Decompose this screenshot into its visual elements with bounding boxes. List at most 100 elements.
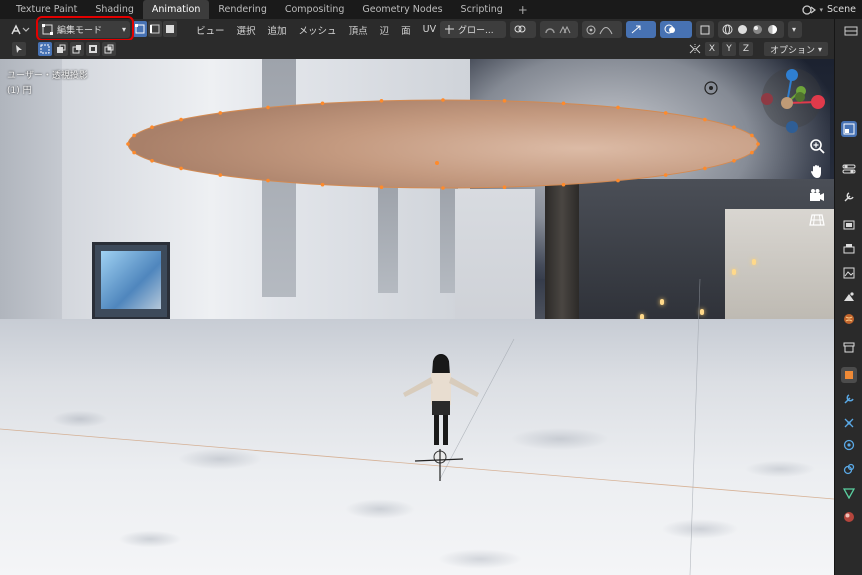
editor-type-button[interactable] xyxy=(8,21,32,38)
select-new-icon[interactable] xyxy=(38,42,52,56)
scene-selector[interactable]: ▾ Scene xyxy=(801,0,862,19)
mesh-vertex[interactable] xyxy=(218,111,223,115)
mesh-vertex[interactable] xyxy=(502,99,507,103)
constraint-properties-icon[interactable] xyxy=(841,461,857,477)
select-extend-icon[interactable] xyxy=(54,42,68,56)
select-intersect-icon[interactable] xyxy=(102,42,116,56)
menu-vertex[interactable]: 頂点 xyxy=(343,23,374,37)
tab-animation[interactable]: Animation xyxy=(142,0,210,19)
gizmo-neg-y-handle[interactable] xyxy=(795,92,805,102)
tab-geometry-nodes[interactable]: Geometry Nodes xyxy=(353,0,451,19)
select-subtract-icon[interactable] xyxy=(70,42,84,56)
mesh-vertex[interactable] xyxy=(320,182,325,187)
mesh-vertex[interactable] xyxy=(616,105,620,110)
mirror-y-toggle[interactable]: Y xyxy=(721,42,736,56)
solid-icon[interactable] xyxy=(737,24,748,35)
perspective-toggle-button[interactable] xyxy=(806,209,828,231)
particle-properties-icon[interactable] xyxy=(841,415,857,431)
mesh-vertex[interactable] xyxy=(266,178,270,183)
mirror-z-toggle[interactable]: Z xyxy=(738,42,753,56)
face-select-icon[interactable] xyxy=(163,21,177,37)
shading-modes[interactable] xyxy=(718,21,784,38)
tab-scripting[interactable]: Scripting xyxy=(452,0,512,19)
mesh-vertex[interactable] xyxy=(132,133,136,138)
mesh-vertex[interactable] xyxy=(663,173,668,177)
mesh-vertex[interactable] xyxy=(218,173,223,177)
mesh-vertex[interactable] xyxy=(561,101,566,106)
mesh-vertex[interactable] xyxy=(663,111,668,115)
mesh-vertex[interactable] xyxy=(750,150,754,155)
overlay-toggle[interactable] xyxy=(660,21,692,38)
physics-properties-icon[interactable] xyxy=(841,437,857,453)
render-properties-icon[interactable] xyxy=(841,217,857,233)
character-model[interactable] xyxy=(395,349,485,489)
menu-uv[interactable]: UV xyxy=(417,24,442,35)
tool-settings-icon[interactable] xyxy=(841,161,857,177)
object-properties-icon[interactable] xyxy=(841,367,857,383)
mesh-vertex[interactable] xyxy=(616,178,620,183)
gizmo-neg-x-handle[interactable] xyxy=(761,93,773,105)
mesh-vertex[interactable] xyxy=(441,98,445,102)
mesh-vertex[interactable] xyxy=(441,186,445,190)
wrench-tool-icon[interactable] xyxy=(841,189,857,205)
mesh-vertex[interactable] xyxy=(732,125,736,129)
menu-view[interactable]: ビュー xyxy=(190,23,231,37)
sidebar-view-icon[interactable] xyxy=(841,121,857,137)
material-properties-icon[interactable] xyxy=(841,509,857,525)
mesh-vertex[interactable] xyxy=(132,150,136,155)
transform-orientation-dropdown[interactable]: グロー... xyxy=(440,21,506,38)
tab-shading[interactable]: Shading xyxy=(86,0,143,19)
menu-add[interactable]: 追加 xyxy=(262,23,293,37)
mesh-vertex[interactable] xyxy=(703,117,707,122)
tool-select-icon[interactable] xyxy=(12,42,26,56)
shading-options[interactable]: ▾ xyxy=(788,21,802,38)
mesh-vertex[interactable] xyxy=(732,159,736,163)
mesh-vertex[interactable] xyxy=(150,125,154,129)
mesh-vertex[interactable] xyxy=(179,117,183,122)
pan-button[interactable] xyxy=(806,160,828,182)
circle-mesh[interactable] xyxy=(0,59,834,575)
menu-face[interactable]: 面 xyxy=(395,23,417,37)
mesh-vertex[interactable] xyxy=(266,105,270,110)
mesh-vertex[interactable] xyxy=(703,166,707,171)
tab-compositing[interactable]: Compositing xyxy=(276,0,354,19)
camera-view-button[interactable] xyxy=(806,185,828,207)
xray-toggle[interactable] xyxy=(696,21,714,38)
tool-properties-icon[interactable] xyxy=(843,23,859,39)
gizmo-neg-z-handle[interactable] xyxy=(786,121,798,133)
data-properties-icon[interactable] xyxy=(841,485,857,501)
mode-dropdown[interactable]: 編集モード ▾ xyxy=(38,21,130,38)
mesh-vertex[interactable] xyxy=(320,101,325,106)
output-properties-icon[interactable] xyxy=(841,241,857,257)
modifier-properties-icon[interactable] xyxy=(841,391,857,407)
mesh-vertex[interactable] xyxy=(561,182,566,187)
gizmo-x-handle[interactable] xyxy=(811,95,825,109)
zoom-button[interactable] xyxy=(806,135,828,157)
proportional-edit-toggle[interactable] xyxy=(582,21,622,38)
collection-properties-icon[interactable] xyxy=(841,339,857,355)
mesh-vertex[interactable] xyxy=(150,159,154,163)
add-workspace-button[interactable]: + xyxy=(512,3,534,17)
gizmo-toggle[interactable] xyxy=(626,21,656,38)
mesh-vertex[interactable] xyxy=(756,142,760,146)
menu-select[interactable]: 選択 xyxy=(231,23,262,37)
navigation-gizmo[interactable] xyxy=(755,61,830,136)
wireframe-icon[interactable] xyxy=(722,24,733,35)
edge-select-icon[interactable] xyxy=(148,21,162,37)
menu-edge[interactable]: 辺 xyxy=(374,23,396,37)
gizmo-z-handle[interactable] xyxy=(786,69,798,81)
material-icon[interactable] xyxy=(752,24,763,35)
scene-properties-icon[interactable] xyxy=(841,289,857,305)
3d-viewport[interactable]: ユーザー・透視投影 (1) 円 xyxy=(0,59,834,575)
mesh-vertex[interactable] xyxy=(502,185,507,189)
rendered-icon[interactable] xyxy=(767,24,778,35)
mesh-vertex[interactable] xyxy=(379,99,384,103)
vertex-select-icon[interactable] xyxy=(133,21,147,37)
mirror-x-toggle[interactable]: X xyxy=(704,42,719,56)
mesh-vertex[interactable] xyxy=(126,142,130,146)
world-properties-icon[interactable] xyxy=(841,311,857,327)
pivot-point-dropdown[interactable] xyxy=(510,21,536,38)
options-dropdown[interactable]: オプション ▾ xyxy=(763,42,828,56)
mesh-vertex[interactable] xyxy=(750,133,754,138)
menu-mesh[interactable]: メッシュ xyxy=(293,23,343,37)
